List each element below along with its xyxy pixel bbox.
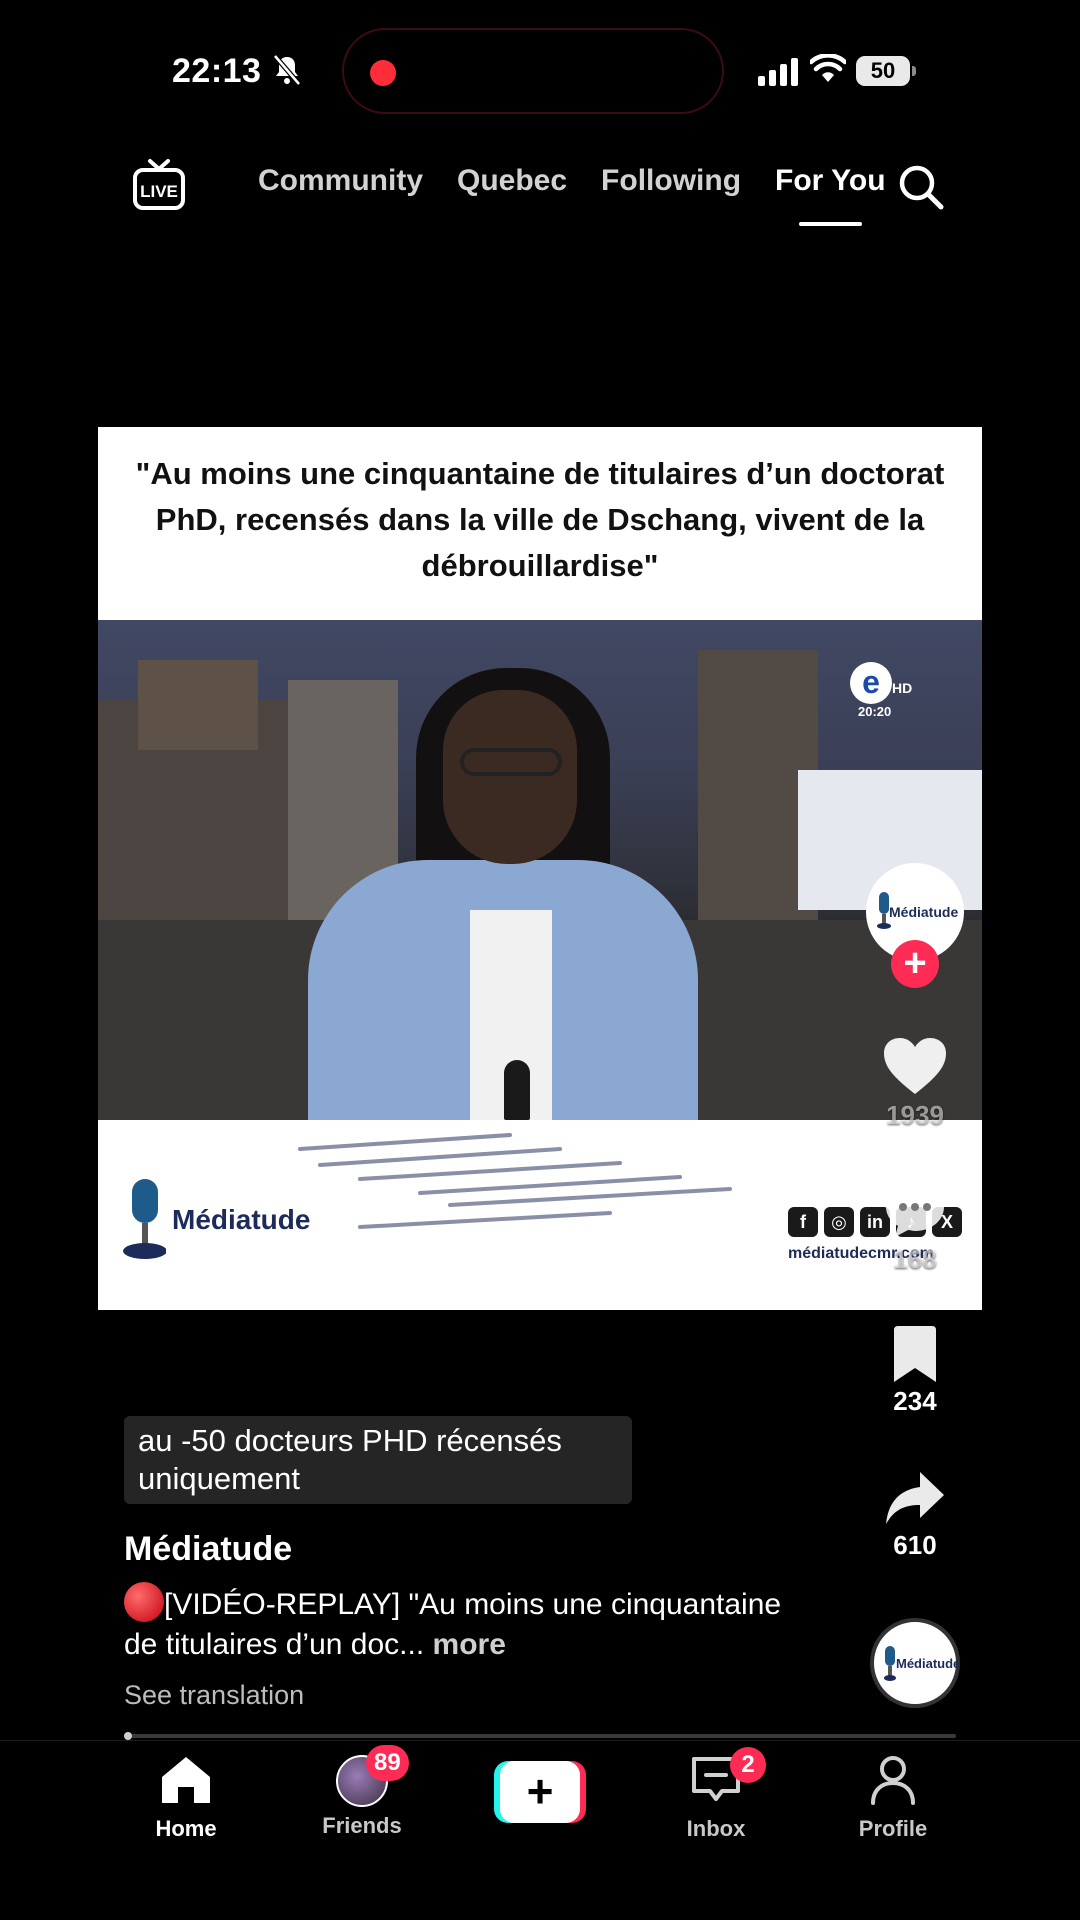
profile-icon — [871, 1756, 915, 1805]
playback-progress-bar[interactable] — [124, 1732, 956, 1740]
anchor-glasses — [460, 748, 562, 776]
wifi-icon — [810, 54, 846, 82]
status-bar: 22:13 50 — [0, 0, 1080, 130]
playback-progress-fill — [124, 1732, 133, 1740]
live-icon[interactable]: LIVE — [132, 158, 186, 212]
bottom-nav: Home 89 Friends + 2 Inbox Profile — [0, 1740, 1080, 1920]
tab-following[interactable]: Following — [601, 164, 741, 198]
brand-logo: Médiatude — [122, 1179, 310, 1261]
create-plus-icon: + — [500, 1761, 580, 1823]
live-label: LIVE — [140, 182, 178, 201]
video-headline: "Au moins une cinquantaine de titulaires… — [135, 456, 945, 583]
home-icon — [162, 1757, 210, 1803]
follow-plus-button[interactable]: + — [891, 940, 939, 988]
search-icon[interactable] — [896, 162, 946, 212]
inbox-badge: 2 — [730, 1747, 766, 1783]
see-translation-link[interactable]: See translation — [124, 1680, 304, 1711]
tab-community[interactable]: Community — [258, 164, 423, 198]
video-frame: e HD 20:20 — [98, 620, 982, 1120]
feed-tabs: Community Quebec Following For You — [258, 164, 920, 226]
nav-friends[interactable]: 89 Friends — [302, 1745, 422, 1839]
music-disc[interactable]: Médiatude — [870, 1618, 960, 1708]
decorative-lines — [298, 1133, 732, 1229]
creator-name[interactable]: Médiatude — [124, 1530, 292, 1569]
music-disc-label: Médiatude — [896, 1656, 961, 1671]
avatar-label: Médiatude — [889, 904, 959, 920]
microphone-logo-icon — [884, 1646, 896, 1681]
nav-profile[interactable]: Profile — [833, 1755, 953, 1842]
comment-icon — [886, 1184, 944, 1237]
brand-name: Médiatude — [172, 1204, 311, 1235]
nav-inbox[interactable]: 2 Inbox — [656, 1747, 776, 1842]
battery-icon: 50 — [856, 56, 916, 86]
video-description[interactable]: [VIDÉO-REPLAY] "Au moins une cinquantain… — [124, 1582, 784, 1665]
text-sticker: au -50 docteurs PHD récensés uniquement — [124, 1416, 632, 1504]
top-nav: LIVE Community Quebec Following For You — [0, 150, 1080, 240]
share-arrow-icon — [886, 1472, 944, 1524]
channel-logo: e HD 20:20 — [850, 662, 912, 719]
facebook-icon: f — [788, 1207, 818, 1237]
share-button[interactable]: 610 — [866, 1470, 964, 1561]
nav-profile-label: Profile — [858, 1816, 928, 1841]
bookmark-icon — [894, 1326, 936, 1382]
dynamic-island[interactable] — [342, 28, 724, 114]
like-button[interactable]: 1939 — [866, 1036, 964, 1131]
tab-for-you[interactable]: For You — [775, 164, 886, 226]
nav-friends-label: Friends — [322, 1813, 402, 1838]
battery-level: 50 — [856, 56, 910, 86]
comment-button[interactable]: 168 — [866, 1180, 964, 1275]
red-circle-emoji-icon — [124, 1582, 164, 1622]
anchor-face — [443, 690, 577, 864]
nav-home[interactable]: Home — [126, 1755, 246, 1842]
instagram-icon: ◎ — [824, 1207, 854, 1237]
cellular-signal-icon — [758, 58, 798, 86]
more-link[interactable]: more — [433, 1628, 506, 1661]
create-button[interactable]: + — [494, 1761, 586, 1823]
desk-microphone — [504, 1060, 530, 1120]
comment-count: 168 — [893, 1244, 937, 1274]
bookmark-count: 234 — [893, 1386, 937, 1416]
microphone-logo-icon — [123, 1179, 166, 1259]
bookmark-button[interactable]: 234 — [866, 1326, 964, 1417]
tab-quebec[interactable]: Quebec — [457, 164, 567, 198]
friends-badge: 89 — [366, 1745, 409, 1781]
video-player[interactable]: "Au moins une cinquantaine de titulaires… — [98, 427, 982, 1310]
heart-icon — [884, 1038, 946, 1094]
channel-clock: 20:20 — [858, 704, 892, 719]
recording-indicator — [370, 60, 396, 86]
bell-muted-icon — [273, 54, 301, 86]
nav-inbox-label: Inbox — [686, 1816, 746, 1841]
status-time: 22:13 — [172, 52, 262, 90]
share-count: 610 — [893, 1530, 937, 1560]
like-count: 1939 — [886, 1100, 944, 1130]
nav-home-label: Home — [155, 1816, 217, 1841]
